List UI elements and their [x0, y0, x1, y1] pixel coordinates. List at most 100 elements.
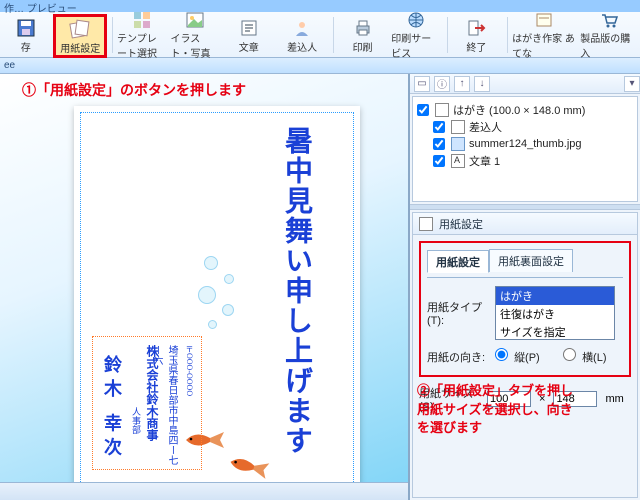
canvas-area[interactable]: ①「用紙設定」のボタンを押します 暑中見舞い申し上げます 〒OOO-OOOO 埼…	[0, 74, 410, 500]
tree-item-sashiire[interactable]: 差込人	[417, 118, 633, 135]
postcard-preview[interactable]: 暑中見舞い申し上げます 〒OOO-OOOO 埼玉県春日部市中島四ー七ー六 株式会…	[74, 106, 360, 500]
toolbar-label: 存	[21, 39, 31, 54]
illustration-button[interactable]: イラスト・写真	[170, 14, 221, 56]
layer-btn-1[interactable]: ▭	[414, 76, 430, 92]
pages-icon	[69, 18, 91, 40]
addr-dept: 人事部	[130, 407, 143, 434]
person-icon	[292, 17, 312, 39]
toolbar-label: 用紙設定	[60, 40, 100, 55]
paper-type-option[interactable]: 往復はがき	[496, 305, 614, 323]
page-icon	[435, 103, 449, 117]
cart-icon	[599, 10, 619, 30]
annotation-1: ①「用紙設定」のボタンを押します	[22, 80, 246, 100]
tree-check[interactable]	[433, 121, 445, 133]
main-toolbar: 存 用紙設定 テンプレート選択 イラスト・写真 文章 差込人	[0, 12, 640, 58]
insert-object-button[interactable]: 差込人	[276, 14, 327, 56]
print-button[interactable]: 印刷	[337, 14, 388, 56]
main-area: ①「用紙設定」のボタンを押します 暑中見舞い申し上げます 〒OOO-OOOO 埼…	[0, 74, 640, 500]
grid-icon	[132, 10, 152, 30]
template-select-button[interactable]: テンプレート選択	[116, 14, 167, 56]
atena-button[interactable]: はがき作家 あてな	[511, 14, 577, 56]
orientation-row: 用紙の向き: 縦(P) 横(L)	[427, 348, 623, 365]
addr-company: 株式会社鈴木商事	[144, 345, 161, 441]
tree-label: summer124_thumb.jpg	[469, 138, 582, 150]
printer-icon	[353, 17, 373, 39]
layer-btn-2[interactable]: ⓘ	[434, 76, 450, 92]
radio-landscape[interactable]	[563, 348, 576, 361]
floppy-icon	[16, 17, 36, 39]
tree-item-text[interactable]: 文章 1	[417, 152, 633, 169]
buy-product-button[interactable]: 製品版の購入	[579, 14, 638, 56]
tree-check[interactable]	[433, 155, 445, 167]
size-unit: mm	[605, 393, 623, 405]
toolbar-label: テンプレート選択	[117, 30, 166, 60]
properties-tabs: 用紙設定 用紙裏面設定	[427, 249, 623, 272]
toolbar-label: 製品版の購入	[580, 30, 637, 60]
sender-address-block[interactable]: 〒OOO-OOOO 埼玉県春日部市中島四ー七ー六 株式会社鈴木商事 人事部 鈴木…	[92, 336, 202, 470]
toolbar-separator	[507, 17, 508, 53]
toolbar-separator	[112, 17, 113, 53]
tree-root[interactable]: はがき (100.0 × 148.0 mm)	[417, 101, 633, 118]
sub-strip: ee	[0, 58, 640, 74]
tree-label: 文章 1	[469, 153, 500, 169]
right-panel: ▭ ⓘ ↑ ↓ ▾ はがき (100.0 × 148.0 mm) 差込人 sum…	[410, 74, 640, 500]
paper-type-option[interactable]: サイズを指定	[496, 323, 614, 340]
exit-button[interactable]: 終了	[451, 14, 502, 56]
object-icon	[451, 120, 465, 134]
save-button[interactable]: 存	[0, 14, 51, 56]
tab-paper-settings[interactable]: 用紙設定	[427, 250, 489, 273]
tree-root-check[interactable]	[417, 104, 429, 116]
addr-name: 鈴木 幸次	[99, 355, 125, 462]
toolbar-separator	[333, 17, 334, 53]
greeting-text[interactable]: 暑中見舞い申し上げます	[276, 126, 316, 456]
tab-paper-back[interactable]: 用紙裏面設定	[489, 249, 573, 272]
addr-postal: 〒OOO-OOOO	[184, 345, 195, 396]
properties-title-label: 用紙設定	[439, 216, 483, 232]
toolbar-separator	[447, 17, 448, 53]
properties-panel: 用紙設定 用紙設定 用紙裏面設定 用紙タイプ(T): はがき 往復はがき サイズ…	[412, 212, 638, 498]
layer-toolbar: ▭ ⓘ ↑ ↓ ▾	[410, 74, 640, 94]
tree-root-label: はがき (100.0 × 148.0 mm)	[453, 102, 585, 118]
layer-menu-icon[interactable]: ▾	[624, 76, 640, 92]
page-icon	[419, 217, 433, 231]
toolbar-label: 文章	[239, 39, 259, 54]
highlight-box-2: 用紙設定 用紙裏面設定 用紙タイプ(T): はがき 往復はがき サイズを指定	[419, 241, 631, 377]
annotation-2: ②「用紙設定」タブを押し 用紙サイズを選択し、向き を選びます	[417, 382, 573, 437]
layer-up-icon[interactable]: ↑	[454, 76, 470, 92]
toolbar-label: 終了	[466, 39, 486, 54]
toolbar-label: 差込人	[287, 39, 317, 54]
tree-label: 差込人	[469, 119, 502, 135]
toolbar-label: 印刷	[353, 39, 373, 54]
card-icon	[534, 10, 554, 30]
paper-type-listbox[interactable]: はがき 往復はがき サイズを指定	[495, 286, 615, 340]
panel-splitter[interactable]	[410, 204, 640, 210]
toolbar-label: はがき作家 あてな	[512, 30, 576, 60]
paper-type-row: 用紙タイプ(T): はがき 往復はがき サイズを指定	[427, 286, 623, 340]
radio-portrait[interactable]	[495, 348, 508, 361]
layer-down-icon[interactable]: ↓	[474, 76, 490, 92]
orientation-landscape[interactable]: 横(L)	[563, 348, 623, 365]
horizontal-scrollbar[interactable]	[0, 482, 408, 500]
paper-type-option[interactable]: はがき	[496, 287, 614, 305]
tree-item-image[interactable]: summer124_thumb.jpg	[417, 135, 633, 152]
properties-title: 用紙設定	[413, 213, 637, 235]
text-icon	[239, 17, 259, 39]
textblock-icon	[451, 154, 465, 168]
paper-settings-button[interactable]: 用紙設定	[53, 14, 107, 58]
orientation-portrait[interactable]: 縦(P)	[495, 348, 555, 365]
image-icon	[451, 137, 465, 151]
toolbar-label: 印刷サービス	[391, 30, 440, 60]
text-button[interactable]: 文章	[223, 14, 274, 56]
globe-icon	[406, 10, 426, 30]
toolbar-label: イラスト・写真	[171, 30, 220, 60]
tree-check[interactable]	[433, 138, 445, 150]
paper-type-label: 用紙タイプ(T):	[427, 299, 487, 327]
print-service-button[interactable]: 印刷サービス	[390, 14, 441, 56]
exit-icon	[466, 17, 486, 39]
radio-label: 縦(P)	[514, 352, 540, 364]
bubbles-decoration	[194, 256, 254, 346]
layer-tree[interactable]: はがき (100.0 × 148.0 mm) 差込人 summer124_thu…	[412, 96, 638, 202]
orientation-label: 用紙の向き:	[427, 349, 487, 365]
picture-icon	[185, 10, 205, 30]
radio-label: 横(L)	[582, 352, 606, 364]
